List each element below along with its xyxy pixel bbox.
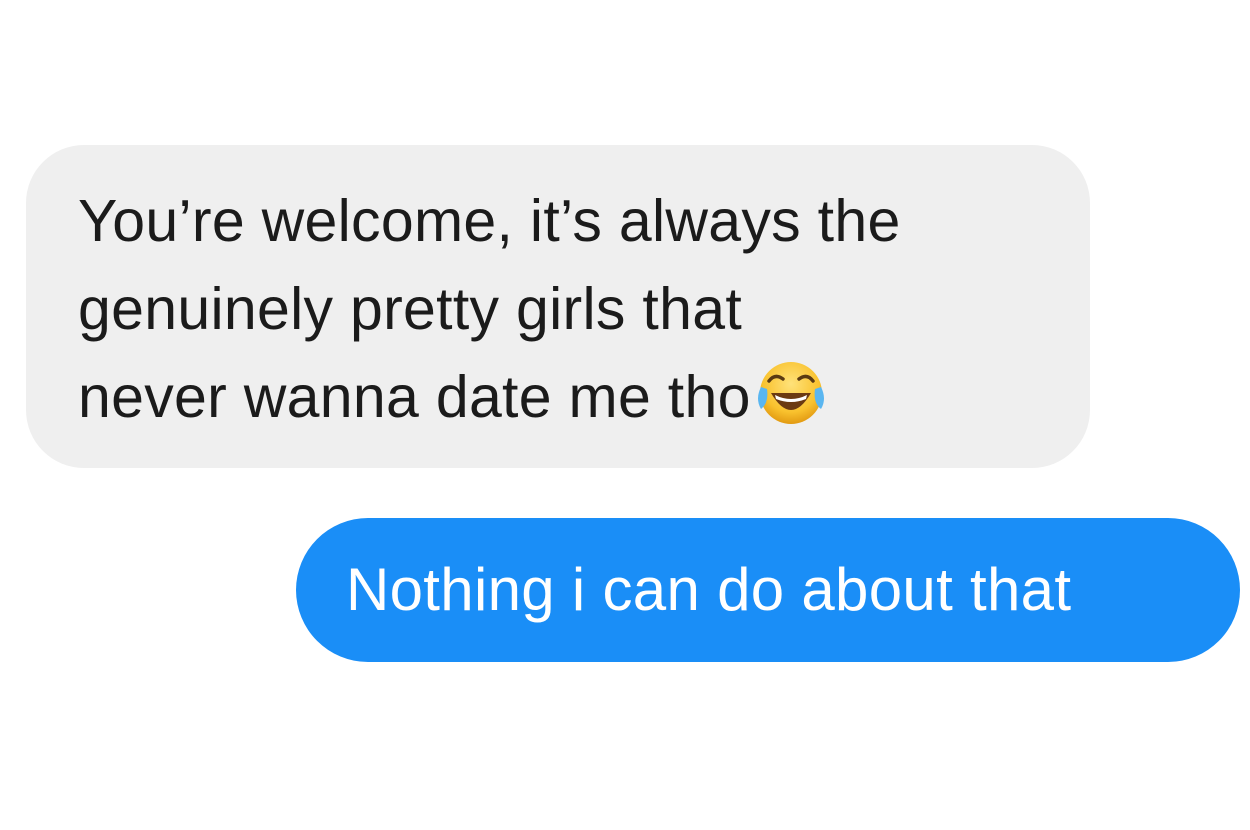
message-thread: You’re welcome, it’s always the genuinel… <box>0 0 1250 830</box>
incoming-message-line-3-text: never wanna date me tho <box>78 364 751 430</box>
face-with-tears-of-joy-icon <box>753 357 829 429</box>
incoming-message-bubble[interactable]: You’re welcome, it’s always the genuinel… <box>26 145 1090 468</box>
outgoing-message-bubble[interactable]: Nothing i can do about that <box>296 518 1240 662</box>
incoming-message-line-3: never wanna date me tho <box>78 353 1050 441</box>
outgoing-message-text: Nothing i can do about that <box>346 556 1072 623</box>
incoming-message-line-1: You’re welcome, it’s always the <box>78 188 901 254</box>
incoming-message-line-2: genuinely pretty girls that <box>78 276 743 342</box>
